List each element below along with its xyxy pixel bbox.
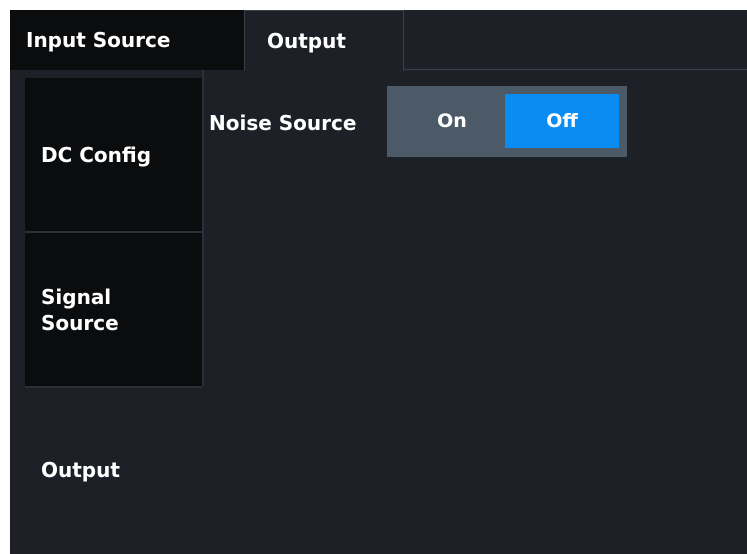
side-tab-signal-source-line1: Signal xyxy=(41,284,112,309)
noise-source-on-button[interactable]: On xyxy=(395,94,509,148)
noise-source-off-button[interactable]: Off xyxy=(505,94,619,148)
tab-bar-divider xyxy=(404,69,747,70)
side-tab-signal-source-line2: Source xyxy=(41,310,119,335)
side-tab-dc-config[interactable]: DC Config xyxy=(25,78,202,231)
dialog-frame: Input Source Output DC Config Signal Sou… xyxy=(10,10,747,554)
noise-source-label: Noise Source xyxy=(209,111,357,135)
side-tab-output[interactable]: Output xyxy=(25,388,202,552)
tab-output[interactable]: Output xyxy=(244,10,404,71)
tab-input-source-label: Input Source xyxy=(26,28,171,52)
side-tab-dc-config-label: DC Config xyxy=(41,142,152,167)
side-tab-output-label: Output xyxy=(41,458,120,482)
tab-output-label: Output xyxy=(267,29,346,53)
side-tab-signal-source[interactable]: Signal Source xyxy=(25,233,202,386)
tab-input-source[interactable]: Input Source xyxy=(10,10,244,70)
side-tab-rail xyxy=(202,70,204,386)
side-tab-signal-source-label: Signal Source xyxy=(41,284,119,336)
noise-source-toggle[interactable]: On Off xyxy=(387,86,627,157)
